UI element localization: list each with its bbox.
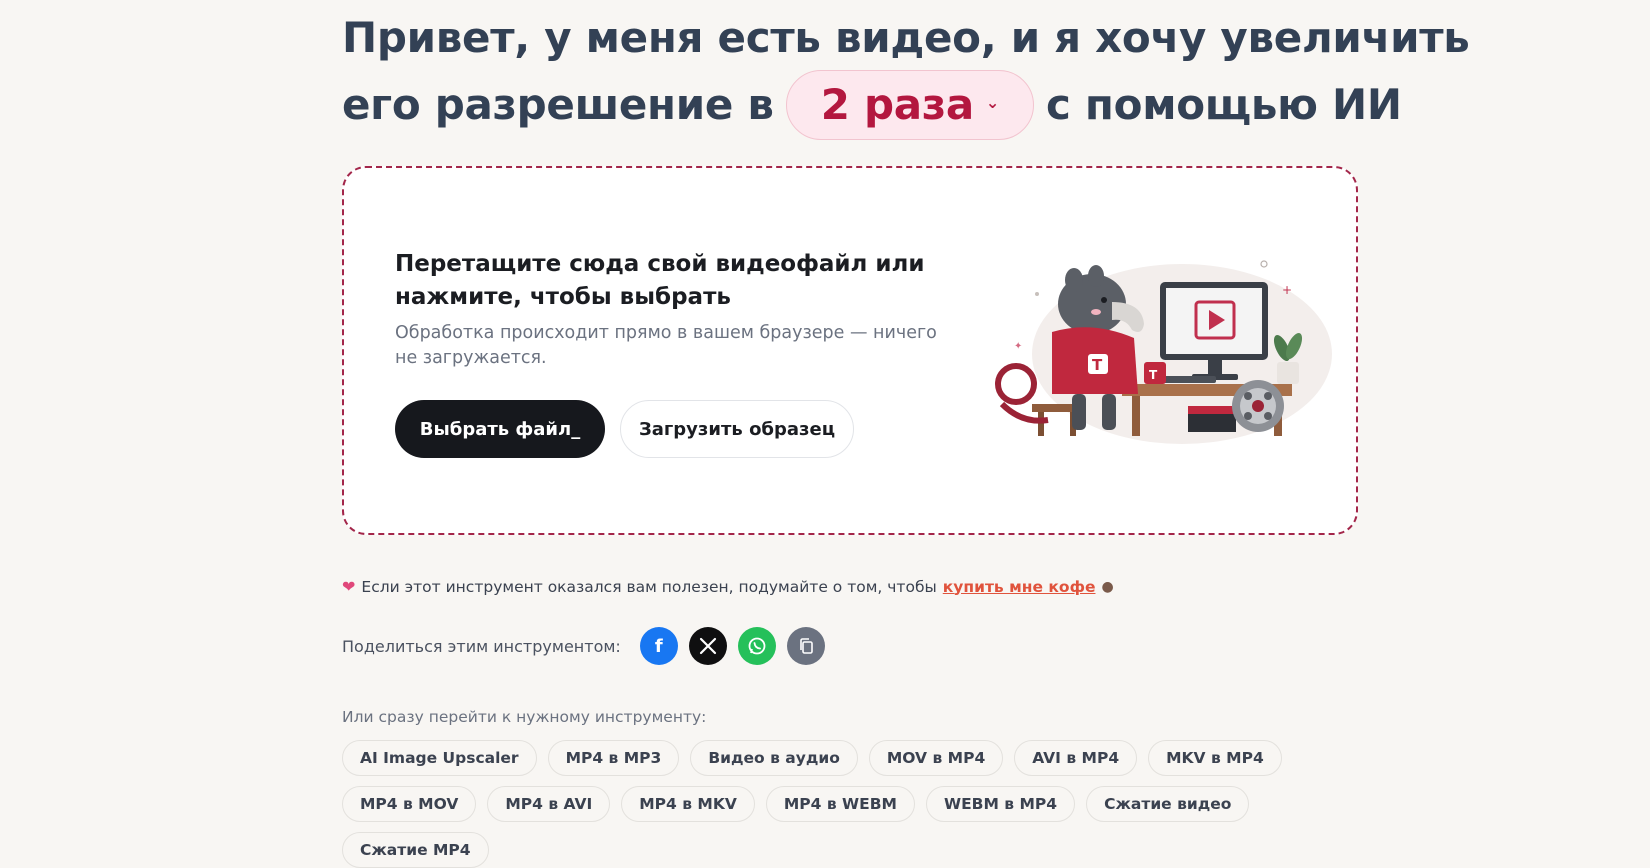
tool-link[interactable]: MP4 в AVI (487, 786, 611, 822)
dropzone-subtitle: Обработка происходит прямо в вашем брауз… (395, 323, 937, 368)
svg-text:+: + (1282, 283, 1292, 297)
tool-link[interactable]: AI Image Upscaler (342, 740, 537, 776)
mug-badge: T (1149, 368, 1158, 382)
tool-link[interactable]: WEBM в MP4 (925, 786, 1076, 822)
share-label: Поделиться этим инструментом: (342, 636, 621, 656)
tool-link[interactable]: Видео в аудио (690, 740, 858, 776)
copy-icon[interactable] (786, 627, 825, 665)
scale-dropdown[interactable]: 2 раза ⌄ (785, 70, 1035, 140)
tool-link[interactable]: Сжатие MP4 (342, 832, 489, 868)
page-title: Привет, у меня есть видео, и я хочу увел… (342, 6, 1470, 140)
headline-text-2: его разрешение в (342, 80, 774, 129)
headline-text-1: Привет, у меня есть видео, и я хочу увел… (342, 13, 1470, 62)
tool-link[interactable]: MP4 в WEBM (765, 786, 915, 822)
svg-text:✦: ✦ (1014, 341, 1022, 352)
support-message: ❤ Если этот инструмент оказался вам поле… (342, 577, 1358, 596)
dropzone-title: Перетащите сюда свой видеофайл или нажми… (395, 251, 925, 310)
headline-line-1: Привет, у меня есть видео, и я хочу увел… (342, 6, 1470, 70)
illustration-badge: T (1092, 356, 1103, 374)
headline-line-2: его разрешение в 2 раза ⌄ с помощью ИИ (342, 70, 1402, 140)
tools-label: Или сразу перейти к нужному инструменту: (342, 708, 707, 726)
tool-link[interactable]: AVI в MP4 (1014, 740, 1138, 776)
tool-link[interactable]: MOV в MP4 (868, 740, 1004, 776)
tapir-illustration: + ✦ T T (995, 260, 1332, 444)
tool-link[interactable]: MP4 в MP3 (547, 740, 680, 776)
coffee-icon: ● (1101, 578, 1114, 595)
share-bar: Поделиться этим инструментом: f (342, 626, 836, 666)
support-text: Если этот инструмент оказался вам полезе… (361, 577, 937, 596)
tool-link[interactable]: MP4 в MKV (621, 786, 755, 822)
tool-link[interactable]: Сжатие видео (1086, 786, 1250, 822)
load-sample-button[interactable]: Загрузить образец (620, 400, 854, 458)
heart-icon: ❤ (342, 577, 356, 596)
tool-link[interactable]: MP4 в MOV (342, 786, 477, 822)
headline-text-3: с помощью ИИ (1046, 80, 1402, 129)
x-icon[interactable] (688, 627, 727, 665)
file-dropzone[interactable]: Перетащите сюда свой видеофайл или нажми… (342, 166, 1358, 535)
whatsapp-icon[interactable] (737, 627, 776, 665)
choose-file-button[interactable]: Выбрать файл_ (395, 400, 605, 458)
buy-coffee-link[interactable]: купить мне кофе (943, 578, 1096, 596)
facebook-icon[interactable]: f (639, 627, 678, 665)
scale-value: 2 раза (820, 80, 975, 129)
chevron-down-icon: ⌄ (985, 93, 1000, 112)
tool-links: AI Image Upscaler MP4 в MP3 Видео в ауди… (342, 740, 1382, 868)
tool-link[interactable]: MKV в MP4 (1148, 740, 1282, 776)
